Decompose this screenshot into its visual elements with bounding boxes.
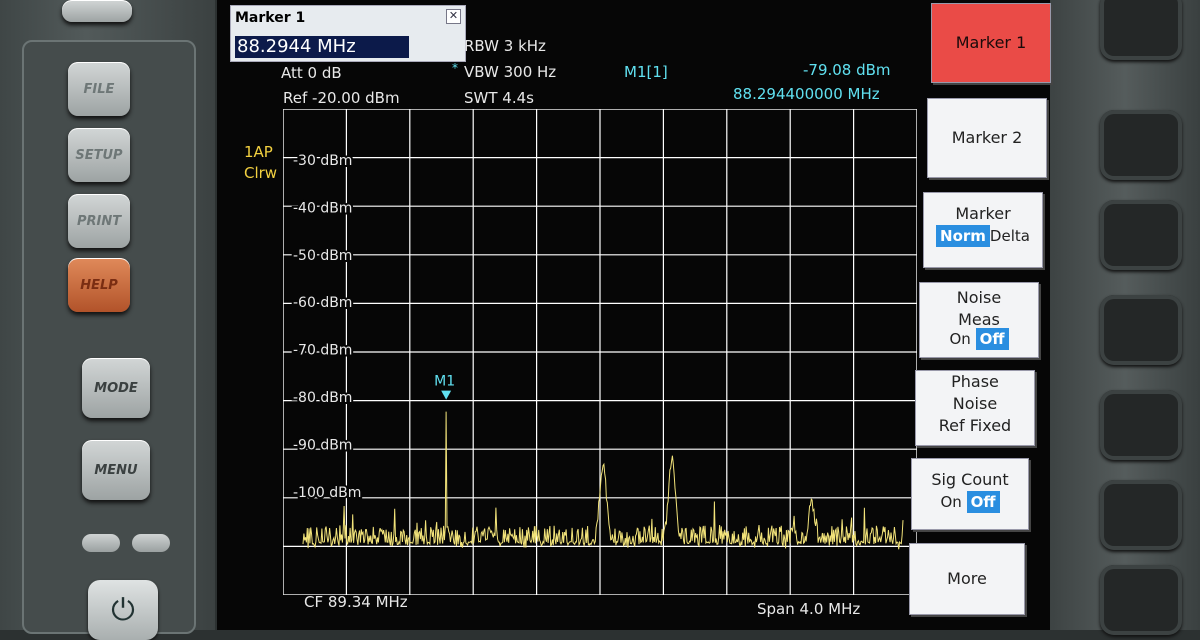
softkey-more[interactable]: More (909, 543, 1025, 615)
y-tick-label: -50 dBm (293, 248, 352, 264)
softkey-label: Sig Count (931, 470, 1009, 489)
reference-level-label: Ref -20.00 dBm (283, 89, 400, 107)
span-label: Span 4.0 MHz (757, 600, 861, 618)
print-button[interactable]: PRINT (68, 194, 130, 248)
option-on[interactable]: On (940, 493, 961, 511)
option-off[interactable]: Off (966, 491, 1000, 513)
softkey-marker1[interactable]: Marker 1 (931, 3, 1051, 83)
power-button[interactable]: ⏻ (88, 580, 158, 640)
softkey-noise-meas[interactable]: Noise Meas On Off (919, 282, 1039, 358)
vbw-coupling-flag: * (452, 61, 458, 75)
device-bezel-left: FILE SETUP PRINT HELP MODE MENU ⏻ (0, 0, 215, 640)
hw-softkey[interactable] (1100, 0, 1182, 60)
softkey-marker-mode[interactable]: Marker Norm Delta (923, 192, 1043, 268)
dialog-title: Marker 1 (235, 10, 306, 26)
softkey-phase-noise[interactable]: Phase Noise Ref Fixed (915, 370, 1035, 446)
hw-softkey[interactable] (1100, 295, 1182, 365)
hw-softkey[interactable] (1100, 110, 1182, 180)
hw-softkey[interactable] (1100, 390, 1182, 460)
y-tick-label: -40 dBm (293, 200, 352, 216)
mode-button[interactable]: MODE (82, 358, 150, 418)
spectrum-plot[interactable]: -30 dBm -40 dBm -50 dBm -60 dBm -70 dBm -80 d… (283, 109, 917, 595)
y-tick-label: -80 dBm (293, 390, 352, 406)
rbw-label: RBW 3 kHz (464, 37, 546, 55)
sweep-time-label: SWT 4.4s (464, 89, 534, 107)
hw-small-button[interactable] (132, 534, 170, 552)
y-tick-label: -90 dBm (293, 437, 352, 453)
vbw-label: VBW 300 Hz (464, 63, 557, 81)
y-tick-label: -60 dBm (293, 295, 352, 311)
option-on[interactable]: On (949, 330, 970, 348)
marker-entry-dialog: Marker 1 ✕ 88.2944 MHz (230, 5, 466, 62)
help-button[interactable]: HELP (68, 258, 130, 312)
marker-readout-level: -79.08 dBm (803, 61, 891, 79)
softkey-label: More (947, 569, 987, 588)
option-norm[interactable]: Norm (936, 225, 990, 247)
softkey-label: Ref Fixed (938, 416, 1012, 435)
option-off[interactable]: Off (975, 328, 1009, 350)
softkey-label: Marker 1 (955, 33, 1027, 52)
trace-mode-label: 1AP (244, 143, 273, 161)
close-icon[interactable]: ✕ (446, 9, 461, 24)
file-button[interactable]: FILE (68, 62, 130, 116)
softkey-label: Marker (955, 204, 1011, 223)
hw-softkey[interactable] (1100, 565, 1182, 635)
hw-top-button[interactable] (62, 0, 132, 22)
y-tick-label: -30 dBm (293, 153, 352, 169)
marker-readout-name: M1[1] (624, 63, 668, 81)
hw-softkey[interactable] (1100, 200, 1182, 270)
softkey-label: Marker 2 (951, 128, 1023, 147)
softkey-label: Phase (951, 372, 999, 391)
marker-readout-frequency: 88.294400000 MHz (733, 85, 880, 103)
detector-label: Clrw (244, 164, 278, 182)
menu-button[interactable]: MENU (82, 440, 150, 500)
marker-label: M1 (434, 374, 455, 390)
hw-small-button[interactable] (82, 534, 120, 552)
softkey-marker2[interactable]: Marker 2 (927, 98, 1047, 178)
attenuation-label: Att 0 dB (281, 64, 342, 82)
power-icon: ⏻ (111, 592, 135, 628)
softkey-label: Noise (956, 288, 1002, 307)
center-frequency-label: CF 89.34 MHz (304, 593, 408, 611)
hw-softkey[interactable] (1100, 480, 1182, 550)
y-tick-label: -100 dBm (293, 485, 361, 501)
softkey-label: Noise (952, 394, 998, 413)
softkey-sig-count[interactable]: Sig Count On Off (911, 458, 1029, 530)
option-delta[interactable]: Delta (990, 227, 1030, 245)
marker-frequency-input[interactable]: 88.2944 MHz (235, 36, 409, 58)
y-tick-label: -70 dBm (293, 343, 352, 359)
setup-button[interactable]: SETUP (68, 128, 130, 182)
